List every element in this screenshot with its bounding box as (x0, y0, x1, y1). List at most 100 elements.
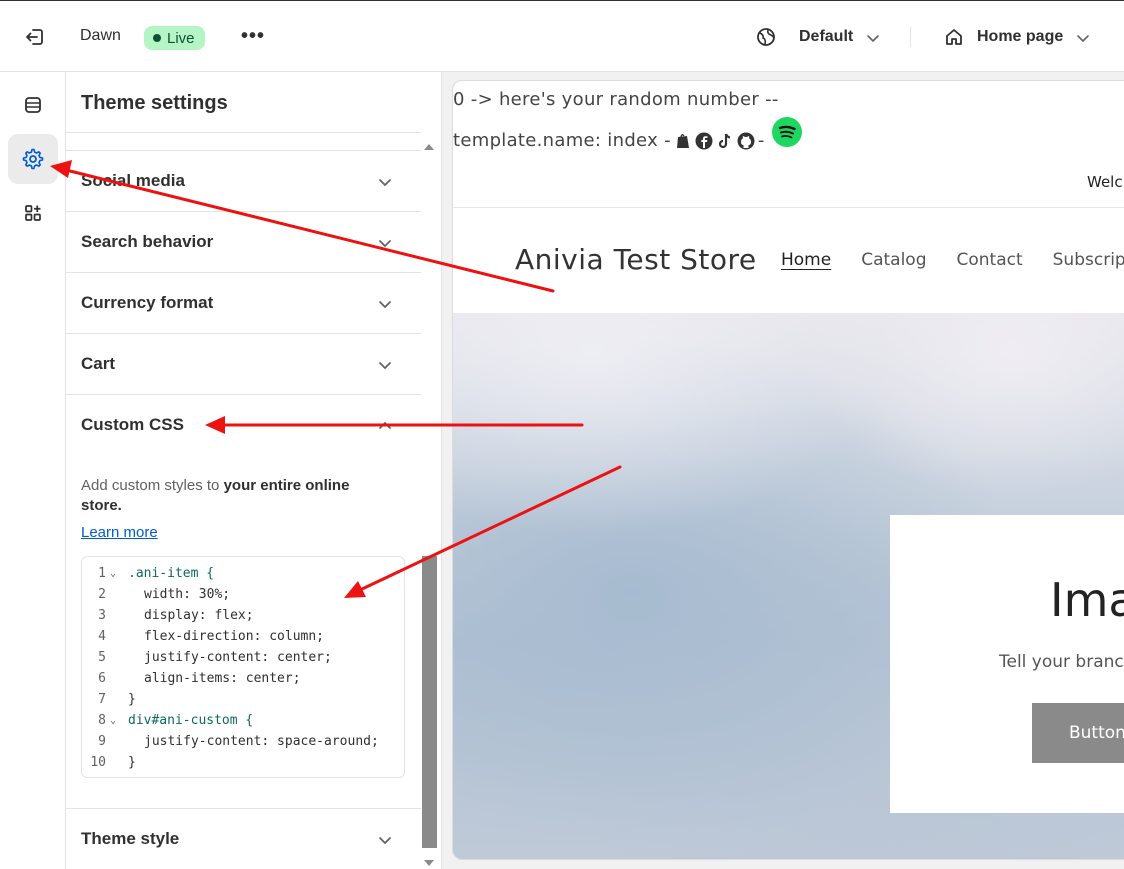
learn-more-link[interactable]: Learn more (81, 524, 158, 541)
code-text: width: 30%; (144, 587, 231, 602)
home-icon[interactable] (944, 27, 964, 47)
more-actions-button[interactable]: ••• (240, 23, 266, 49)
custom-css-description: Add custom styles to your entire online … (81, 476, 381, 516)
chevron-down-icon[interactable] (866, 31, 880, 45)
section-cart[interactable]: Cart (66, 334, 421, 395)
fold-icon[interactable]: ⌄ (110, 710, 116, 731)
debug-line: 0 -> here's your random number -- (453, 89, 779, 110)
code-text: justify-content: center; (144, 650, 332, 665)
hero-button[interactable]: Button (1032, 703, 1124, 763)
line-number: 2 (98, 587, 106, 602)
section-theme-style[interactable]: Theme style (66, 809, 421, 869)
chevron-down-icon (377, 174, 393, 190)
chevron-up-icon (377, 418, 393, 434)
line-number: 1 (98, 566, 106, 581)
globe-icon[interactable] (756, 27, 776, 47)
debug-suffix: - (757, 130, 765, 151)
code-text: align-items: center; (144, 671, 301, 686)
github-icon[interactable] (737, 132, 755, 150)
scroll-up-icon[interactable] (424, 138, 434, 150)
panel-title: Theme settings (81, 92, 228, 114)
chevron-down-icon (377, 357, 393, 373)
divider (453, 207, 1124, 208)
hero-subtitle: Tell your branc (999, 652, 1124, 672)
chevron-down-icon (377, 235, 393, 251)
template-selector[interactable]: Home page (977, 28, 1063, 46)
section-label: Search behavior (81, 232, 214, 251)
code-line: 5 justify-content: center; (82, 647, 404, 668)
section-search-behavior[interactable]: Search behavior (66, 212, 421, 273)
code-line: 8 ⌄ div#ani-custom { (82, 710, 404, 731)
live-dot-icon (153, 34, 161, 42)
code-line: 9 justify-content: space-around; (82, 731, 404, 752)
preview-frame[interactable]: 0 -> here's your random number -- templa… (452, 80, 1124, 860)
exit-icon[interactable] (22, 25, 48, 49)
theme-name: Dawn (80, 27, 121, 44)
section-label: Custom CSS (81, 415, 184, 434)
code-line: 1 ⌄ .ani-item { (82, 563, 404, 584)
section-currency-format[interactable]: Currency format (66, 273, 421, 334)
toolbar-divider (910, 27, 911, 47)
sections-icon[interactable] (8, 80, 58, 130)
section-label: Currency format (81, 293, 214, 312)
code-text: } (128, 692, 136, 707)
top-bar: Dawn Live ••• Default Home page (0, 0, 1124, 72)
tiktok-icon[interactable] (716, 132, 734, 150)
line-number: 8 (98, 713, 106, 728)
hero-banner: Ima Tell your branc Button (453, 313, 1124, 859)
fold-icon[interactable]: ⌄ (110, 563, 116, 584)
announcement-bar-text: Welc (1087, 173, 1123, 191)
code-line: 6 align-items: center; (82, 668, 404, 689)
code-text: flex-direction: column; (144, 629, 325, 644)
description-prefix: Add custom styles to (81, 477, 224, 494)
line-number: 7 (98, 692, 106, 707)
spotify-icon[interactable] (772, 117, 802, 147)
divider (66, 132, 421, 133)
scroll-down-icon[interactable] (424, 854, 434, 866)
code-text: display: flex; (144, 608, 254, 623)
store-preview: 0 -> here's your random number -- templa… (442, 72, 1124, 869)
code-text: div#ani-custom { (128, 713, 254, 728)
code-line: 10} (82, 752, 404, 773)
debug-prefix: template.name: index - (453, 130, 671, 151)
chevron-down-icon (377, 832, 393, 848)
css-code-editor[interactable]: 1 ⌄ .ani-item { 2 width: 30%; 3 display: fle… (81, 556, 405, 778)
nav-contact[interactable]: Contact (957, 250, 1023, 270)
debug-line: template.name: index - - (453, 130, 765, 151)
chevron-down-icon[interactable] (1076, 31, 1090, 45)
code-text: } (128, 755, 136, 770)
locale-selector[interactable]: Default (799, 28, 853, 46)
chevron-down-icon (377, 296, 393, 312)
store-name[interactable]: Anivia Test Store (515, 243, 757, 276)
status-badge: Live (144, 26, 205, 50)
code-text: justify-content: space-around; (144, 734, 379, 749)
theme-settings-gear-icon[interactable] (8, 134, 58, 184)
section-custom-css[interactable]: Custom CSS (66, 395, 421, 456)
theme-settings-panel: Theme settings Social media Search behav… (66, 72, 442, 869)
code-line: 7} (82, 689, 404, 710)
code-line: 3 display: flex; (82, 605, 404, 626)
apps-icon[interactable] (8, 188, 58, 238)
code-line: 4 flex-direction: column; (82, 626, 404, 647)
line-number: 9 (98, 734, 106, 749)
hero-content-card: Ima Tell your branc Button (890, 515, 1124, 813)
section-label: Cart (81, 354, 116, 373)
section-label: Social media (81, 171, 185, 190)
shopify-icon[interactable] (674, 132, 692, 150)
store-nav: Home Catalog Contact Subscriptio (781, 250, 1124, 270)
code-line: 2 width: 30%; (82, 584, 404, 605)
section-label: Theme style (81, 829, 180, 848)
scrollbar-thumb[interactable] (422, 556, 437, 848)
nav-home[interactable]: Home (781, 250, 831, 270)
line-number: 6 (98, 671, 106, 686)
nav-catalog[interactable]: Catalog (861, 250, 926, 270)
nav-subscriptions[interactable]: Subscriptio (1053, 250, 1124, 270)
section-social-media[interactable]: Social media (66, 151, 421, 212)
line-number: 10 (90, 755, 106, 770)
line-number: 4 (98, 629, 106, 644)
line-number: 3 (98, 608, 106, 623)
status-badge-label: Live (167, 29, 195, 47)
left-rail (0, 72, 66, 869)
facebook-icon[interactable] (695, 132, 713, 150)
hero-title: Ima (1050, 573, 1124, 627)
